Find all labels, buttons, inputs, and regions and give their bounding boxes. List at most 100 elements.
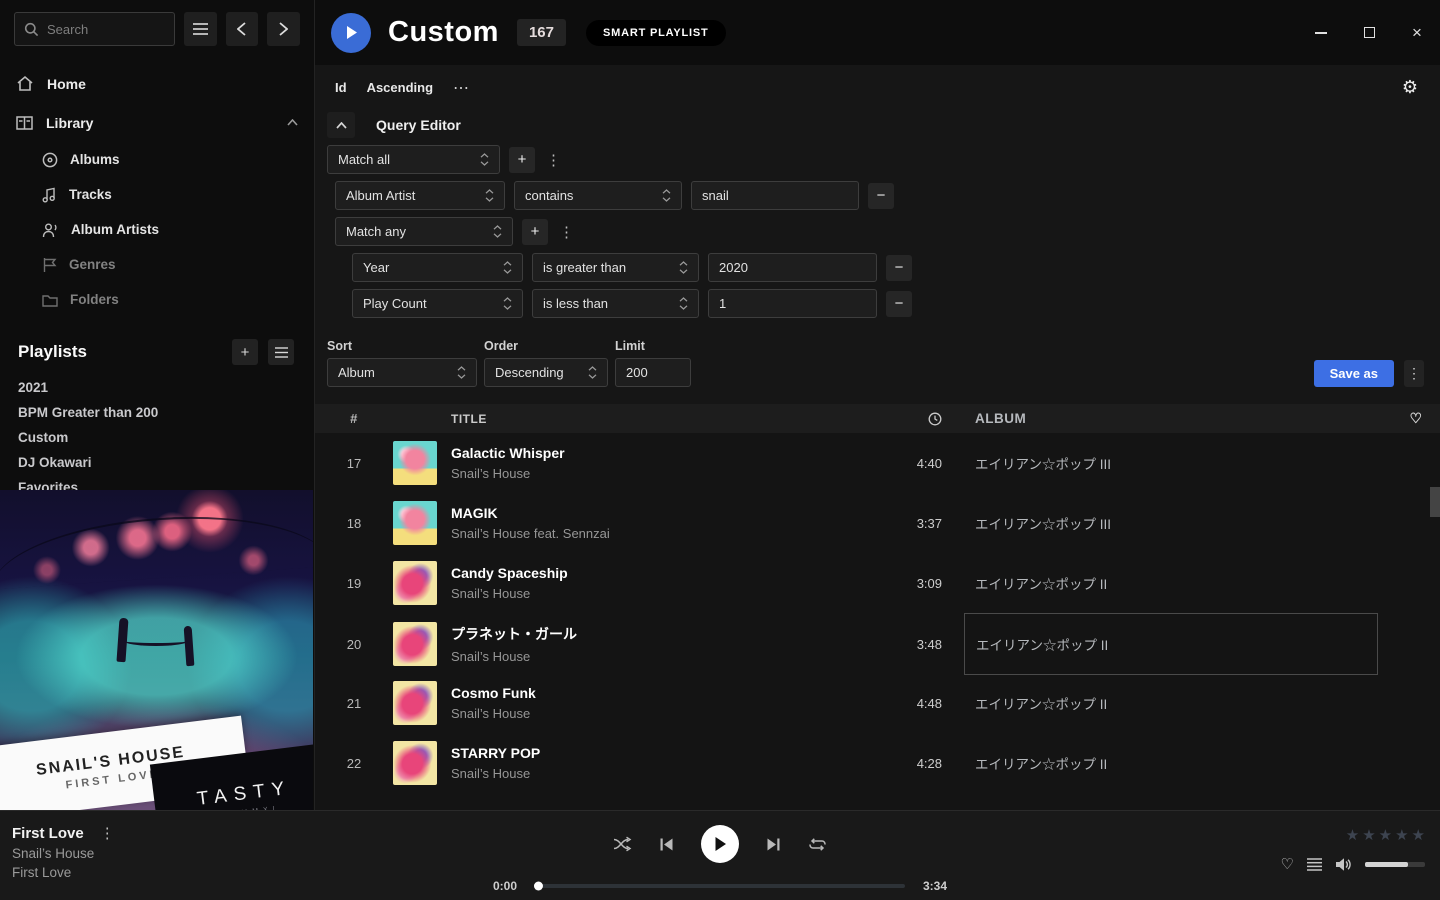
scrollbar-thumb[interactable] <box>1430 487 1440 517</box>
column-header-index[interactable]: # <box>315 411 393 426</box>
previous-button[interactable] <box>659 837 674 852</box>
album-edit-cell[interactable]: エイリアン☆ポップ II <box>964 613 1378 675</box>
playlist-item[interactable]: DJ Okawari <box>0 450 314 475</box>
playlist-item[interactable]: 2021 <box>0 375 314 400</box>
list-icon <box>275 347 288 358</box>
remove-rule-button[interactable]: − <box>886 255 912 281</box>
playlist-list-button[interactable] <box>268 339 294 365</box>
track-album: エイリアン☆ポップ III <box>942 513 1392 533</box>
seek-handle[interactable] <box>534 882 543 891</box>
query-limit-input[interactable] <box>615 358 691 387</box>
remove-rule-button[interactable]: − <box>886 291 912 317</box>
query-order-select[interactable]: Descending <box>484 358 608 387</box>
rating-stars: ★ ★ ★ ★ ★ <box>1281 826 1425 844</box>
track-album: エイリアン☆ポップ II <box>942 573 1392 593</box>
forward-button[interactable] <box>267 12 300 46</box>
sidebar-item-folders[interactable]: Folders <box>0 282 314 317</box>
home-icon <box>16 75 34 92</box>
column-header-title[interactable]: TITLE <box>437 412 852 426</box>
volume-slider[interactable] <box>1365 862 1425 867</box>
table-row[interactable]: 18 MAGIK Snail’s House feat. Sennzai 3:3… <box>315 493 1440 553</box>
window-controls: × <box>1312 0 1426 65</box>
sort-field-button[interactable]: Id <box>335 80 347 95</box>
sidebar-item-tracks[interactable]: Tracks <box>0 177 314 212</box>
favorite-button[interactable]: ♡ <box>1281 855 1294 873</box>
track-number: 19 <box>315 576 393 591</box>
sidebar-item-albums[interactable]: Albums <box>0 142 314 177</box>
star-icon[interactable]: ★ <box>1379 826 1392 844</box>
rule-value-input[interactable] <box>691 181 859 210</box>
track-number: 18 <box>315 516 393 531</box>
add-rule-button[interactable]: + <box>509 147 535 173</box>
now-playing-menu-button[interactable]: ⋮ <box>98 824 117 842</box>
sidebar-nav: Home Library Albums Tracks <box>0 56 314 317</box>
menu-button[interactable] <box>184 12 217 46</box>
sidebar-item-album-artists[interactable]: Album Artists <box>0 212 314 247</box>
sidebar-item-home[interactable]: Home <box>0 64 314 103</box>
rule-value-input[interactable] <box>708 253 877 282</box>
playlist-item[interactable]: BPM Greater than 200 <box>0 400 314 425</box>
volume-button[interactable] <box>1335 857 1352 872</box>
minimize-button[interactable] <box>1312 24 1330 42</box>
rule-operator-select[interactable]: is greater than <box>532 253 699 282</box>
table-row[interactable]: 22 STARRY POP Snail’s House 4:28 エイリアン☆ポ… <box>315 733 1440 793</box>
track-title: Galactic Whisper <box>451 445 852 461</box>
match-type-select[interactable]: Match all <box>327 145 500 174</box>
table-row[interactable]: 21 Cosmo Funk Snail’s House 4:48 エイリアン☆ポ… <box>315 673 1440 733</box>
rule-field-select[interactable]: Album Artist <box>335 181 505 210</box>
app-window: Home Library Albums Tracks <box>0 0 1440 900</box>
rule-value-input[interactable] <box>708 289 877 318</box>
group-menu-button[interactable]: ⋮ <box>557 223 576 241</box>
playlist-item[interactable]: Custom <box>0 425 314 450</box>
player-bar: First Love ⋮ Snail’s House First Love <box>0 810 1440 900</box>
track-duration: 3:37 <box>852 516 942 531</box>
back-button[interactable] <box>226 12 259 46</box>
seek-bar[interactable] <box>535 884 905 888</box>
rule-operator-select[interactable]: contains <box>514 181 682 210</box>
select-value: is greater than <box>543 260 679 275</box>
save-menu-button[interactable]: ⋮ <box>1404 360 1424 387</box>
add-playlist-button[interactable]: + <box>232 339 258 365</box>
collapse-query-button[interactable] <box>327 112 355 138</box>
rule-field-select[interactable]: Year <box>352 253 523 282</box>
remove-rule-button[interactable]: − <box>868 183 894 209</box>
minimize-icon <box>1315 32 1327 34</box>
queue-button[interactable] <box>1307 858 1322 871</box>
column-header-favorite[interactable]: ♡ <box>1392 410 1440 427</box>
group-menu-button[interactable]: ⋮ <box>544 151 563 169</box>
column-header-album[interactable]: ALBUM <box>942 411 1392 426</box>
table-row[interactable]: 20 プラネット・ガール Snail’s House 3:48 エイリアン☆ポッ… <box>315 613 1440 673</box>
search-box[interactable] <box>14 12 175 46</box>
updown-icon <box>503 297 512 310</box>
more-options-button[interactable]: ⋯ <box>453 78 470 98</box>
settings-gear-button[interactable]: ⚙ <box>1402 77 1418 98</box>
sidebar-item-label: Home <box>47 76 86 92</box>
rule-field-select[interactable]: Play Count <box>352 289 523 318</box>
next-button[interactable] <box>766 837 781 852</box>
play-playlist-button[interactable] <box>331 13 371 53</box>
star-icon[interactable]: ★ <box>1395 826 1408 844</box>
column-header-duration[interactable] <box>852 412 942 426</box>
rule-operator-select[interactable]: is less than <box>532 289 699 318</box>
play-pause-button[interactable] <box>701 825 739 863</box>
track-album: エイリアン☆ポップ II <box>942 753 1392 773</box>
star-icon[interactable]: ★ <box>1412 826 1425 844</box>
table-row[interactable]: 19 Candy Spaceship Snail’s House 3:09 エイ… <box>315 553 1440 613</box>
close-button[interactable]: × <box>1408 24 1426 42</box>
sidebar-item-genres[interactable]: Genres <box>0 247 314 282</box>
save-as-button[interactable]: Save as <box>1314 360 1394 387</box>
shuffle-button[interactable] <box>613 836 632 852</box>
now-playing-info: First Love ⋮ Snail’s House First Love <box>12 824 117 880</box>
star-icon[interactable]: ★ <box>1362 826 1375 844</box>
sidebar-item-library[interactable]: Library <box>0 103 314 142</box>
select-value: is less than <box>543 296 679 311</box>
query-sort-select[interactable]: Album <box>327 358 477 387</box>
maximize-button[interactable] <box>1360 24 1378 42</box>
search-input[interactable] <box>47 22 165 37</box>
match-type-select[interactable]: Match any <box>335 217 513 246</box>
table-row[interactable]: 17 Galactic Whisper Snail’s House 4:40 エ… <box>315 433 1440 493</box>
sort-direction-button[interactable]: Ascending <box>367 80 433 95</box>
add-rule-button[interactable]: + <box>522 219 548 245</box>
star-icon[interactable]: ★ <box>1346 826 1359 844</box>
repeat-button[interactable] <box>808 837 827 852</box>
